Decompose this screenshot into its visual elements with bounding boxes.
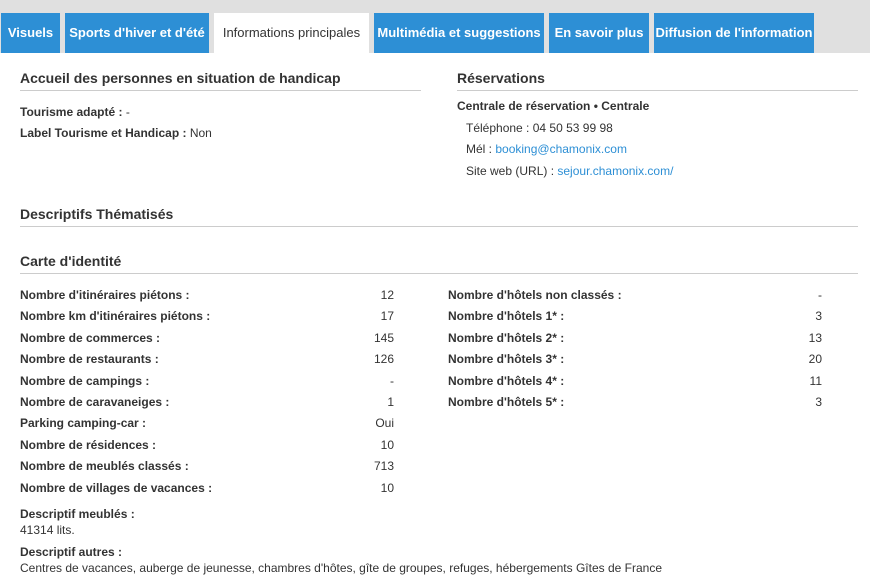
identity-label: Nombre d'hôtels 2* : — [448, 331, 565, 345]
identity-value: 20 — [808, 352, 822, 366]
identity-row: Nombre km d'itinéraires piétons : 17 — [20, 309, 394, 325]
label-th-label: Label Tourisme et Handicap : — [20, 126, 187, 140]
label-tourisme-handicap: Label Tourisme et Handicap : Non — [20, 126, 212, 140]
email-link[interactable]: booking@chamonix.com — [495, 142, 627, 156]
identity-label: Nombre de campings : — [20, 374, 150, 388]
tab-sports[interactable]: Sports d'hiver et d'été — [65, 13, 209, 53]
descriptifs-divider — [20, 226, 858, 227]
identity-value: 17 — [380, 309, 394, 323]
identity-label: Nombre d'itinéraires piétons : — [20, 288, 190, 302]
identity-label: Nombre de commerces : — [20, 331, 161, 345]
identity-label: Nombre d'hôtels 1* : — [448, 309, 565, 323]
identity-row: Nombre de caravaneiges : 1 — [20, 395, 394, 411]
identity-label: Nombre de meublés classés : — [20, 459, 189, 473]
tourisme-adapte-label: Tourisme adapté : — [20, 105, 123, 119]
meubles-value: 41314 lits. — [20, 523, 75, 537]
centrale-reservation: Centrale de réservation • Centrale — [457, 99, 649, 113]
phone-label: Téléphone : — [466, 121, 530, 135]
identity-label: Nombre d'hôtels 4* : — [448, 374, 565, 388]
identity-label: Nombre d'hôtels 5* : — [448, 395, 565, 409]
identity-label: Parking camping-car : — [20, 416, 147, 430]
identity-value: Oui — [375, 416, 394, 430]
identity-label: Nombre de résidences : — [20, 438, 157, 452]
meubles-label: Descriptif meublés : — [20, 507, 135, 521]
web-label: Site web (URL) : — [466, 164, 555, 178]
identity-row: Nombre d'itinéraires piétons : 12 — [20, 288, 394, 304]
identity-value: 145 — [373, 331, 394, 345]
identity-value: - — [390, 374, 394, 388]
phone-line: Téléphone : 04 50 53 99 98 — [466, 121, 613, 135]
identity-row: Nombre d'hôtels 5* : 3 — [448, 395, 822, 411]
identity-label: Nombre d'hôtels 3* : — [448, 352, 565, 366]
reservations-divider — [457, 90, 858, 91]
autres-value: Centres de vacances, auberge de jeunesse… — [20, 561, 663, 575]
email-label: Mél : — [466, 142, 493, 156]
identity-row: Nombre de villages de vacances : 10 — [20, 481, 394, 497]
identity-label: Nombre de villages de vacances : — [20, 481, 213, 495]
web-link[interactable]: sejour.chamonix.com/ — [557, 164, 673, 178]
identity-value: 126 — [373, 352, 394, 366]
identity-value: 11 — [809, 374, 822, 388]
identity-value: 3 — [815, 309, 822, 323]
identity-row: Nombre d'hôtels 2* : 13 — [448, 331, 822, 347]
identity-title: Carte d'identité — [20, 253, 122, 269]
phone-value: 04 50 53 99 98 — [532, 121, 613, 135]
identity-row: Nombre d'hôtels non classés : - — [448, 288, 822, 304]
tab-diffusion[interactable]: Diffusion de l'information — [654, 13, 814, 53]
identity-row: Nombre de meublés classés : 713 — [20, 459, 394, 475]
identity-row: Nombre d'hôtels 3* : 20 — [448, 352, 822, 368]
tourisme-adapte: Tourisme adapté : - — [20, 105, 130, 119]
identity-value: - — [818, 288, 822, 302]
identity-label: Nombre de restaurants : — [20, 352, 159, 366]
label-th-value: Non — [189, 126, 212, 140]
identity-row: Nombre de restaurants : 126 — [20, 352, 394, 368]
web-line: Site web (URL) : sejour.chamonix.com/ — [466, 164, 673, 178]
identity-row: Nombre de résidences : 10 — [20, 438, 394, 454]
handicap-divider — [20, 90, 421, 91]
tab-visuels[interactable]: Visuels — [1, 13, 60, 53]
identity-value: 3 — [815, 395, 822, 409]
tab-informations-principales[interactable]: Informations principales — [214, 13, 369, 53]
identity-row: Nombre de commerces : 145 — [20, 331, 394, 347]
identity-value: 13 — [808, 331, 822, 345]
centrale-label: Centrale de réservation • Centrale — [457, 99, 650, 113]
identity-value: 10 — [380, 481, 394, 495]
tourisme-adapte-value: - — [125, 105, 130, 119]
tab-bar: Visuels Sports d'hiver et d'été Informat… — [0, 0, 870, 53]
reservations-title: Réservations — [457, 70, 545, 86]
descriptifs-title: Descriptifs Thématisés — [20, 206, 174, 222]
email-line: Mél : booking@chamonix.com — [466, 142, 627, 156]
identity-row: Nombre d'hôtels 4* : 11 — [448, 374, 822, 390]
identity-value: 10 — [380, 438, 394, 452]
tab-multimedia[interactable]: Multimédia et suggestions — [374, 13, 544, 53]
identity-row: Nombre d'hôtels 1* : 3 — [448, 309, 822, 325]
identity-value: 12 — [380, 288, 394, 302]
identity-row: Nombre de campings : - — [20, 374, 394, 390]
identity-label: Nombre d'hôtels non classés : — [448, 288, 622, 302]
autres-label: Descriptif autres : — [20, 545, 123, 559]
identity-label: Nombre de caravaneiges : — [20, 395, 170, 409]
identity-value: 713 — [373, 459, 394, 473]
identity-row: Parking camping-car : Oui — [20, 416, 394, 432]
identity-label: Nombre km d'itinéraires piétons : — [20, 309, 211, 323]
identity-value: 1 — [387, 395, 394, 409]
identity-divider — [20, 273, 858, 274]
handicap-title: Accueil des personnes en situation de ha… — [20, 70, 341, 86]
tab-en-savoir-plus[interactable]: En savoir plus — [549, 13, 649, 53]
